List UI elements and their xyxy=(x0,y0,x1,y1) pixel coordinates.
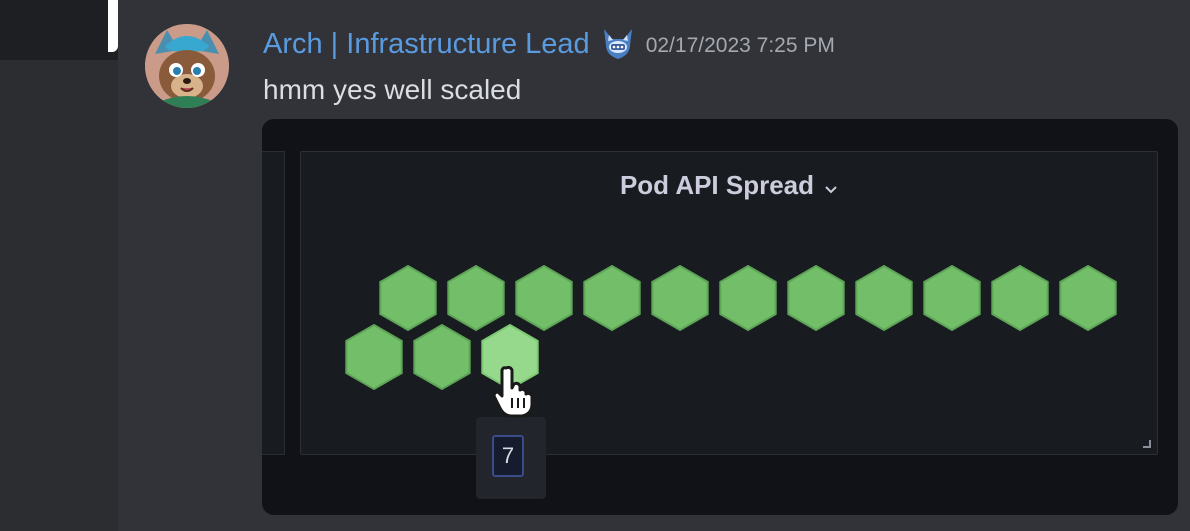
hexagon-cell[interactable] xyxy=(583,264,641,332)
hexagon-cell[interactable] xyxy=(651,264,709,332)
hexagon-cell[interactable] xyxy=(413,323,471,391)
hexagon-cell[interactable] xyxy=(447,264,505,332)
hexagon-cell[interactable] xyxy=(787,264,845,332)
message-text: hmm yes well scaled xyxy=(263,74,522,105)
tooltip-value: 7 xyxy=(492,435,524,477)
fox-avatar-icon[interactable] xyxy=(145,24,229,108)
server-sidebar xyxy=(0,0,118,531)
hexagon-cell[interactable] xyxy=(719,264,777,332)
hexagon-cell[interactable] xyxy=(515,264,573,332)
hexagon-cell[interactable] xyxy=(923,264,981,332)
hexagon-cell[interactable] xyxy=(1059,264,1117,332)
hexagon-polystat xyxy=(345,264,1117,391)
fox-badge-icon[interactable] xyxy=(600,27,636,61)
hexagon-tooltip: 7 xyxy=(476,417,546,499)
hexagon-cell[interactable] xyxy=(855,264,913,332)
hexagon-cell[interactable] xyxy=(345,323,403,391)
hexagon-cell[interactable] xyxy=(991,264,1049,332)
hexagon-cell[interactable] xyxy=(379,264,437,332)
message-header: Arch | Infrastructure Lead 02/17/2023 7:… xyxy=(263,26,835,62)
image-attachment[interactable]: Pod API Spread xyxy=(262,119,1178,515)
message-timestamp: 02/17/2023 7:25 PM xyxy=(645,34,835,57)
author-name[interactable]: Arch | Infrastructure Lead xyxy=(263,28,590,61)
hexagon-cell[interactable] xyxy=(481,323,539,391)
sidebar-header-accent xyxy=(108,0,118,52)
sidebar-header xyxy=(0,0,118,60)
